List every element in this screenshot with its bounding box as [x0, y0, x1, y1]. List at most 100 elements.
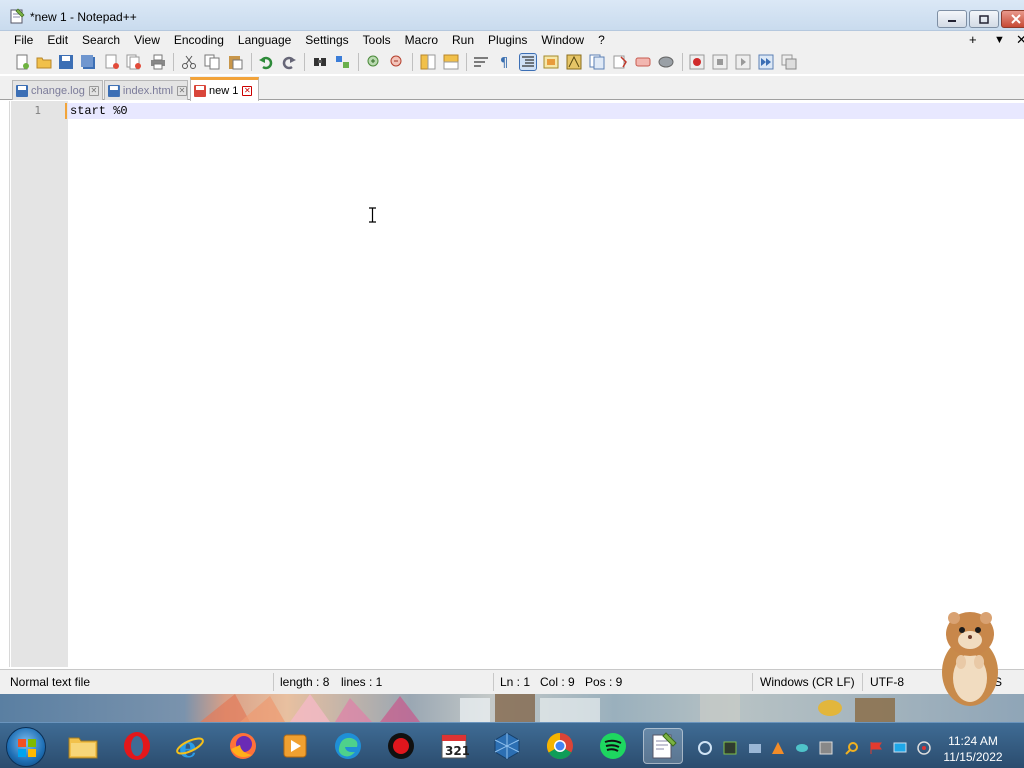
sync-horizontal-icon[interactable]	[443, 54, 459, 70]
stop-macro-icon[interactable]	[712, 54, 728, 70]
menu-bar: File Edit Search View Encoding Language …	[0, 31, 1024, 50]
svg-text:321: 321	[445, 744, 469, 758]
status-encoding[interactable]: UTF-8	[870, 675, 904, 689]
tray-app-icon-6[interactable]	[819, 741, 833, 755]
system-clock[interactable]: 11:24 AM 11/15/2022	[938, 733, 1008, 765]
menu-encoding[interactable]: Encoding	[167, 31, 231, 50]
comment-icon[interactable]	[658, 54, 674, 70]
internet-explorer-taskbar-button[interactable]: e	[173, 729, 207, 763]
function-list-icon[interactable]	[589, 54, 605, 70]
new-file-icon[interactable]	[14, 54, 30, 70]
open-file-icon[interactable]	[36, 54, 52, 70]
tab-index-html[interactable]: index.html ✕	[104, 80, 188, 100]
tab-close-icon[interactable]: ✕	[242, 85, 253, 96]
indent-guide-icon[interactable]	[519, 53, 537, 71]
notepad-plus-plus-taskbar-button[interactable]	[643, 728, 683, 764]
tray-app-icon-5[interactable]	[795, 741, 809, 755]
tray-display-icon[interactable]	[893, 741, 907, 755]
tab-close-icon[interactable]: ✕	[88, 85, 99, 96]
tray-volume-icon[interactable]	[917, 741, 931, 755]
notepad-plus-plus-icon	[652, 732, 677, 759]
media-player-taskbar-button[interactable]	[278, 729, 312, 763]
menu-window[interactable]: Window	[534, 31, 591, 50]
title-bar: *new 1 - Notepad++	[0, 0, 1024, 31]
paste-icon[interactable]	[227, 54, 243, 70]
udl-icon[interactable]	[543, 54, 559, 70]
tab-new-1[interactable]: new 1 ✕	[190, 77, 259, 101]
menu-settings[interactable]: Settings	[298, 31, 355, 50]
tray-flag-icon[interactable]	[869, 741, 883, 755]
monitoring-icon[interactable]	[635, 54, 651, 70]
word-wrap-icon[interactable]	[473, 54, 489, 70]
replace-icon[interactable]	[335, 54, 351, 70]
recorder-taskbar-button[interactable]	[384, 729, 418, 763]
save-all-icon[interactable]	[80, 54, 96, 70]
menu-tools[interactable]: Tools	[356, 31, 398, 50]
play-macro-icon[interactable]	[735, 54, 751, 70]
redo-icon[interactable]	[281, 54, 297, 70]
tray-app-icon-3[interactable]	[748, 741, 762, 755]
zoom-in-icon[interactable]	[366, 54, 382, 70]
tray-search-icon[interactable]	[845, 741, 859, 755]
countdown-taskbar-button[interactable]: 321	[437, 729, 471, 763]
menu-macro[interactable]: Macro	[398, 31, 445, 50]
tray-app-icon-1[interactable]	[698, 741, 712, 755]
notepad-plus-plus-app-icon[interactable]	[9, 8, 25, 24]
edge-taskbar-button[interactable]	[331, 729, 365, 763]
print-icon[interactable]	[150, 54, 166, 70]
window-title: *new 1 - Notepad++	[30, 10, 137, 24]
menu-search[interactable]: Search	[75, 31, 127, 50]
tab-change-log[interactable]: change.log ✕	[12, 80, 103, 100]
copy-icon[interactable]	[204, 54, 220, 70]
menu-plugins[interactable]: Plugins	[481, 31, 534, 50]
show-all-chars-icon[interactable]: ¶	[497, 54, 513, 70]
doc-map-icon[interactable]	[566, 54, 582, 70]
undo-icon[interactable]	[258, 54, 274, 70]
folder-workspace-icon[interactable]	[612, 54, 628, 70]
close-icon[interactable]	[104, 54, 120, 70]
chrome-taskbar-button[interactable]	[543, 729, 577, 763]
svg-text:¶: ¶	[500, 56, 508, 70]
saved-file-icon	[108, 84, 120, 97]
status-bar: Normal text file length : 8 lines : 1 Ln…	[0, 669, 1024, 694]
tray-app-icon-4[interactable]	[771, 741, 785, 755]
file-explorer-taskbar-button[interactable]	[66, 729, 100, 763]
tray-app-icon-2[interactable]	[723, 741, 737, 755]
close-document-button[interactable]: ✕	[1016, 32, 1024, 48]
firefox-taskbar-button[interactable]	[226, 729, 260, 763]
menu-view[interactable]: View	[127, 31, 167, 50]
spotify-taskbar-button[interactable]	[596, 729, 630, 763]
opera-icon	[124, 732, 150, 760]
change-marker	[65, 103, 67, 119]
virtualbox-taskbar-button[interactable]	[490, 729, 524, 763]
code-line[interactable]: start %0	[70, 104, 128, 118]
save-macro-icon[interactable]	[781, 54, 797, 70]
minimize-button[interactable]	[937, 10, 967, 28]
editor-area[interactable]: 1 start %0	[0, 101, 1024, 667]
status-eol[interactable]: Windows (CR LF)	[760, 675, 855, 689]
tab-close-icon[interactable]: ✕	[177, 85, 187, 96]
record-macro-icon[interactable]	[689, 54, 705, 70]
tab-list-dropdown-button[interactable]: ▼	[994, 34, 1005, 46]
chrome-icon	[546, 732, 573, 760]
menu-run[interactable]: Run	[445, 31, 481, 50]
close-all-icon[interactable]	[126, 54, 142, 70]
menu-file[interactable]: File	[7, 31, 40, 50]
new-tab-plus-button[interactable]: +	[969, 32, 977, 47]
menu-edit[interactable]: Edit	[40, 31, 75, 50]
opera-taskbar-button[interactable]	[120, 729, 154, 763]
run-macro-multiple-icon[interactable]	[758, 54, 774, 70]
cut-icon[interactable]	[181, 54, 197, 70]
status-divider	[752, 673, 753, 691]
hamster-mascot	[942, 612, 998, 706]
zoom-out-icon[interactable]	[389, 54, 405, 70]
find-icon[interactable]	[312, 54, 328, 70]
tab-label: index.html	[122, 84, 174, 97]
save-icon[interactable]	[58, 54, 74, 70]
close-button[interactable]	[1001, 10, 1024, 28]
menu-help[interactable]: ?	[591, 31, 612, 50]
menu-language[interactable]: Language	[231, 31, 298, 50]
start-button[interactable]	[6, 727, 46, 767]
sync-vertical-icon[interactable]	[420, 54, 436, 70]
maximize-button[interactable]	[969, 10, 999, 28]
